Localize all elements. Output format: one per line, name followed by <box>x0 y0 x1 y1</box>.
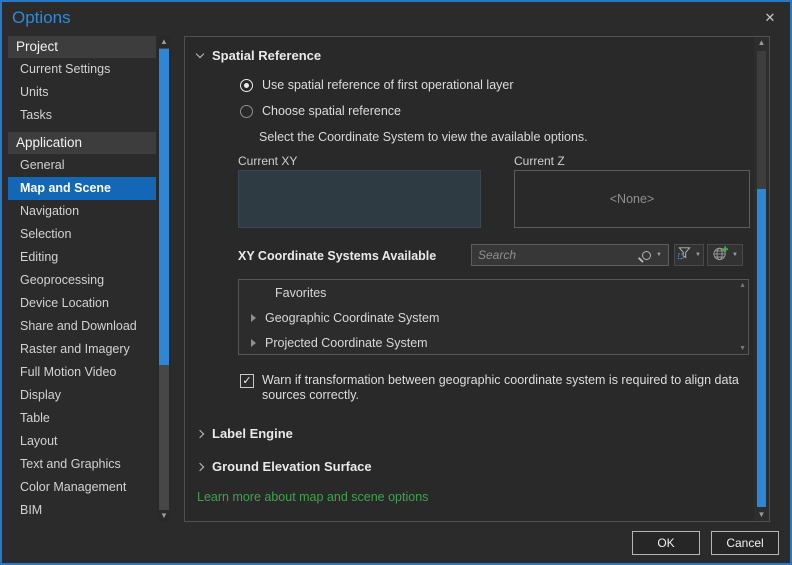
sidebar-item-general[interactable]: General <box>8 154 156 177</box>
sidebar-scrollbar-thumb[interactable] <box>159 49 169 365</box>
list-scroll-down-icon[interactable]: ▼ <box>739 345 746 352</box>
current-xy-box[interactable] <box>238 170 481 228</box>
coordinate-search-box: ▼ <box>471 244 669 266</box>
sidebar-item-navigation[interactable]: Navigation <box>8 200 156 223</box>
expand-right-icon[interactable] <box>251 313 256 322</box>
sidebar-item-color-management[interactable]: Color Management <box>8 476 156 499</box>
spatial-reference-expander[interactable]: Spatial Reference <box>195 48 322 63</box>
chevron-right-icon <box>195 462 205 471</box>
list-item-geographic-coordinate-system[interactable]: Geographic Coordinate System <box>239 305 748 330</box>
search-icon[interactable] <box>642 250 652 260</box>
sidebar-item-geoprocessing[interactable]: Geoprocessing <box>8 269 156 292</box>
xy-available-label: XY Coordinate Systems Available <box>238 249 437 263</box>
scroll-up-icon[interactable]: ▲ <box>157 36 171 48</box>
current-xy-label: Current XY <box>238 154 298 168</box>
checkmark-icon: ✓ <box>242 374 252 387</box>
current-z-value: <None> <box>609 192 655 206</box>
warn-transformation-row: ✓ Warn if transformation between geograp… <box>240 373 750 403</box>
content-scrollbar[interactable]: ▲ ▼ <box>754 37 769 521</box>
radio-selected-icon <box>240 78 253 92</box>
scroll-up-icon[interactable]: ▲ <box>754 37 769 49</box>
sidebar-item-share-and-download[interactable]: Share and Download <box>8 315 156 338</box>
ground-elevation-title: Ground Elevation Surface <box>212 459 372 474</box>
dialog-title: Options <box>12 8 71 27</box>
sidebar-item-raster-and-imagery[interactable]: Raster and Imagery <box>8 338 156 361</box>
options-content-panel: Spatial Reference Use spatial reference … <box>184 36 770 522</box>
chevron-down-icon <box>195 49 205 59</box>
sidebar-item-map-and-scene[interactable]: Map and Scene <box>8 177 156 200</box>
list-item-favorites[interactable]: Favorites <box>239 280 748 305</box>
settings-sidebar: Project Current Settings Units Tasks App… <box>8 36 156 522</box>
coordinate-systems-list: Favorites Geographic Coordinate System P… <box>238 279 749 355</box>
radio-unselected-icon <box>240 104 253 118</box>
label-engine-title: Label Engine <box>212 426 293 441</box>
sidebar-scrollbar[interactable]: ▲ ▼ <box>157 36 171 522</box>
expand-right-icon[interactable] <box>251 338 256 347</box>
globe-dropdown-icon: ▼ <box>732 252 738 258</box>
sidebar-item-display[interactable]: Display <box>8 384 156 407</box>
sidebar-item-tasks[interactable]: Tasks <box>8 104 156 127</box>
coordinate-system-hint: Select the Coordinate System to view the… <box>259 130 588 144</box>
globe-add-icon <box>712 245 729 266</box>
search-dropdown-icon[interactable]: ▼ <box>656 252 662 258</box>
sidebar-item-units[interactable]: Units <box>8 81 156 104</box>
radio-choose-label: Choose spatial reference <box>262 104 401 118</box>
warn-checkbox[interactable]: ✓ <box>240 374 254 388</box>
scroll-down-icon[interactable]: ▼ <box>754 509 769 521</box>
sidebar-group-project: Project <box>8 36 156 58</box>
filter-icon <box>677 245 692 265</box>
sidebar-item-editing[interactable]: Editing <box>8 246 156 269</box>
cancel-button[interactable]: Cancel <box>711 531 779 555</box>
spatial-reference-title: Spatial Reference <box>212 48 322 63</box>
sidebar-item-layout[interactable]: Layout <box>8 430 156 453</box>
sidebar-item-selection[interactable]: Selection <box>8 223 156 246</box>
sidebar-group-application: Application <box>8 132 156 154</box>
close-icon: ✕ <box>764 10 776 25</box>
sidebar-item-bim[interactable]: BIM <box>8 499 156 522</box>
ok-button[interactable]: OK <box>632 531 700 555</box>
current-z-box[interactable]: <None> <box>514 170 750 228</box>
content-scrollbar-thumb[interactable] <box>757 189 766 507</box>
learn-more-link[interactable]: Learn more about map and scene options <box>197 490 428 504</box>
warn-checkbox-label: Warn if transformation between geographi… <box>262 373 739 402</box>
sidebar-item-current-settings[interactable]: Current Settings <box>8 58 156 81</box>
radio-use-first-layer-label: Use spatial reference of first operation… <box>262 78 514 92</box>
ground-elevation-expander[interactable]: Ground Elevation Surface <box>195 459 372 474</box>
filter-dropdown-icon: ▼ <box>695 252 701 258</box>
sidebar-item-device-location[interactable]: Device Location <box>8 292 156 315</box>
add-coordinate-system-button[interactable]: ▼ <box>707 244 743 266</box>
current-z-label: Current Z <box>514 154 565 168</box>
sidebar-item-full-motion-video[interactable]: Full Motion Video <box>8 361 156 384</box>
close-button[interactable]: ✕ <box>758 7 782 29</box>
list-item-projected-coordinate-system[interactable]: Projected Coordinate System <box>239 330 748 355</box>
scroll-down-icon[interactable]: ▼ <box>157 510 171 522</box>
label-engine-expander[interactable]: Label Engine <box>195 426 293 441</box>
filter-button[interactable]: ▼ <box>674 244 704 266</box>
sidebar-item-table[interactable]: Table <box>8 407 156 430</box>
radio-choose-spatial-reference[interactable]: Choose spatial reference <box>240 104 401 118</box>
search-input[interactable] <box>478 248 638 262</box>
radio-use-first-layer[interactable]: Use spatial reference of first operation… <box>240 78 514 92</box>
list-scroll-up-icon[interactable]: ▲ <box>739 282 746 289</box>
sidebar-item-text-and-graphics[interactable]: Text and Graphics <box>8 453 156 476</box>
chevron-right-icon <box>195 429 205 438</box>
options-dialog: Options ✕ Project Current Settings Units… <box>0 0 792 565</box>
